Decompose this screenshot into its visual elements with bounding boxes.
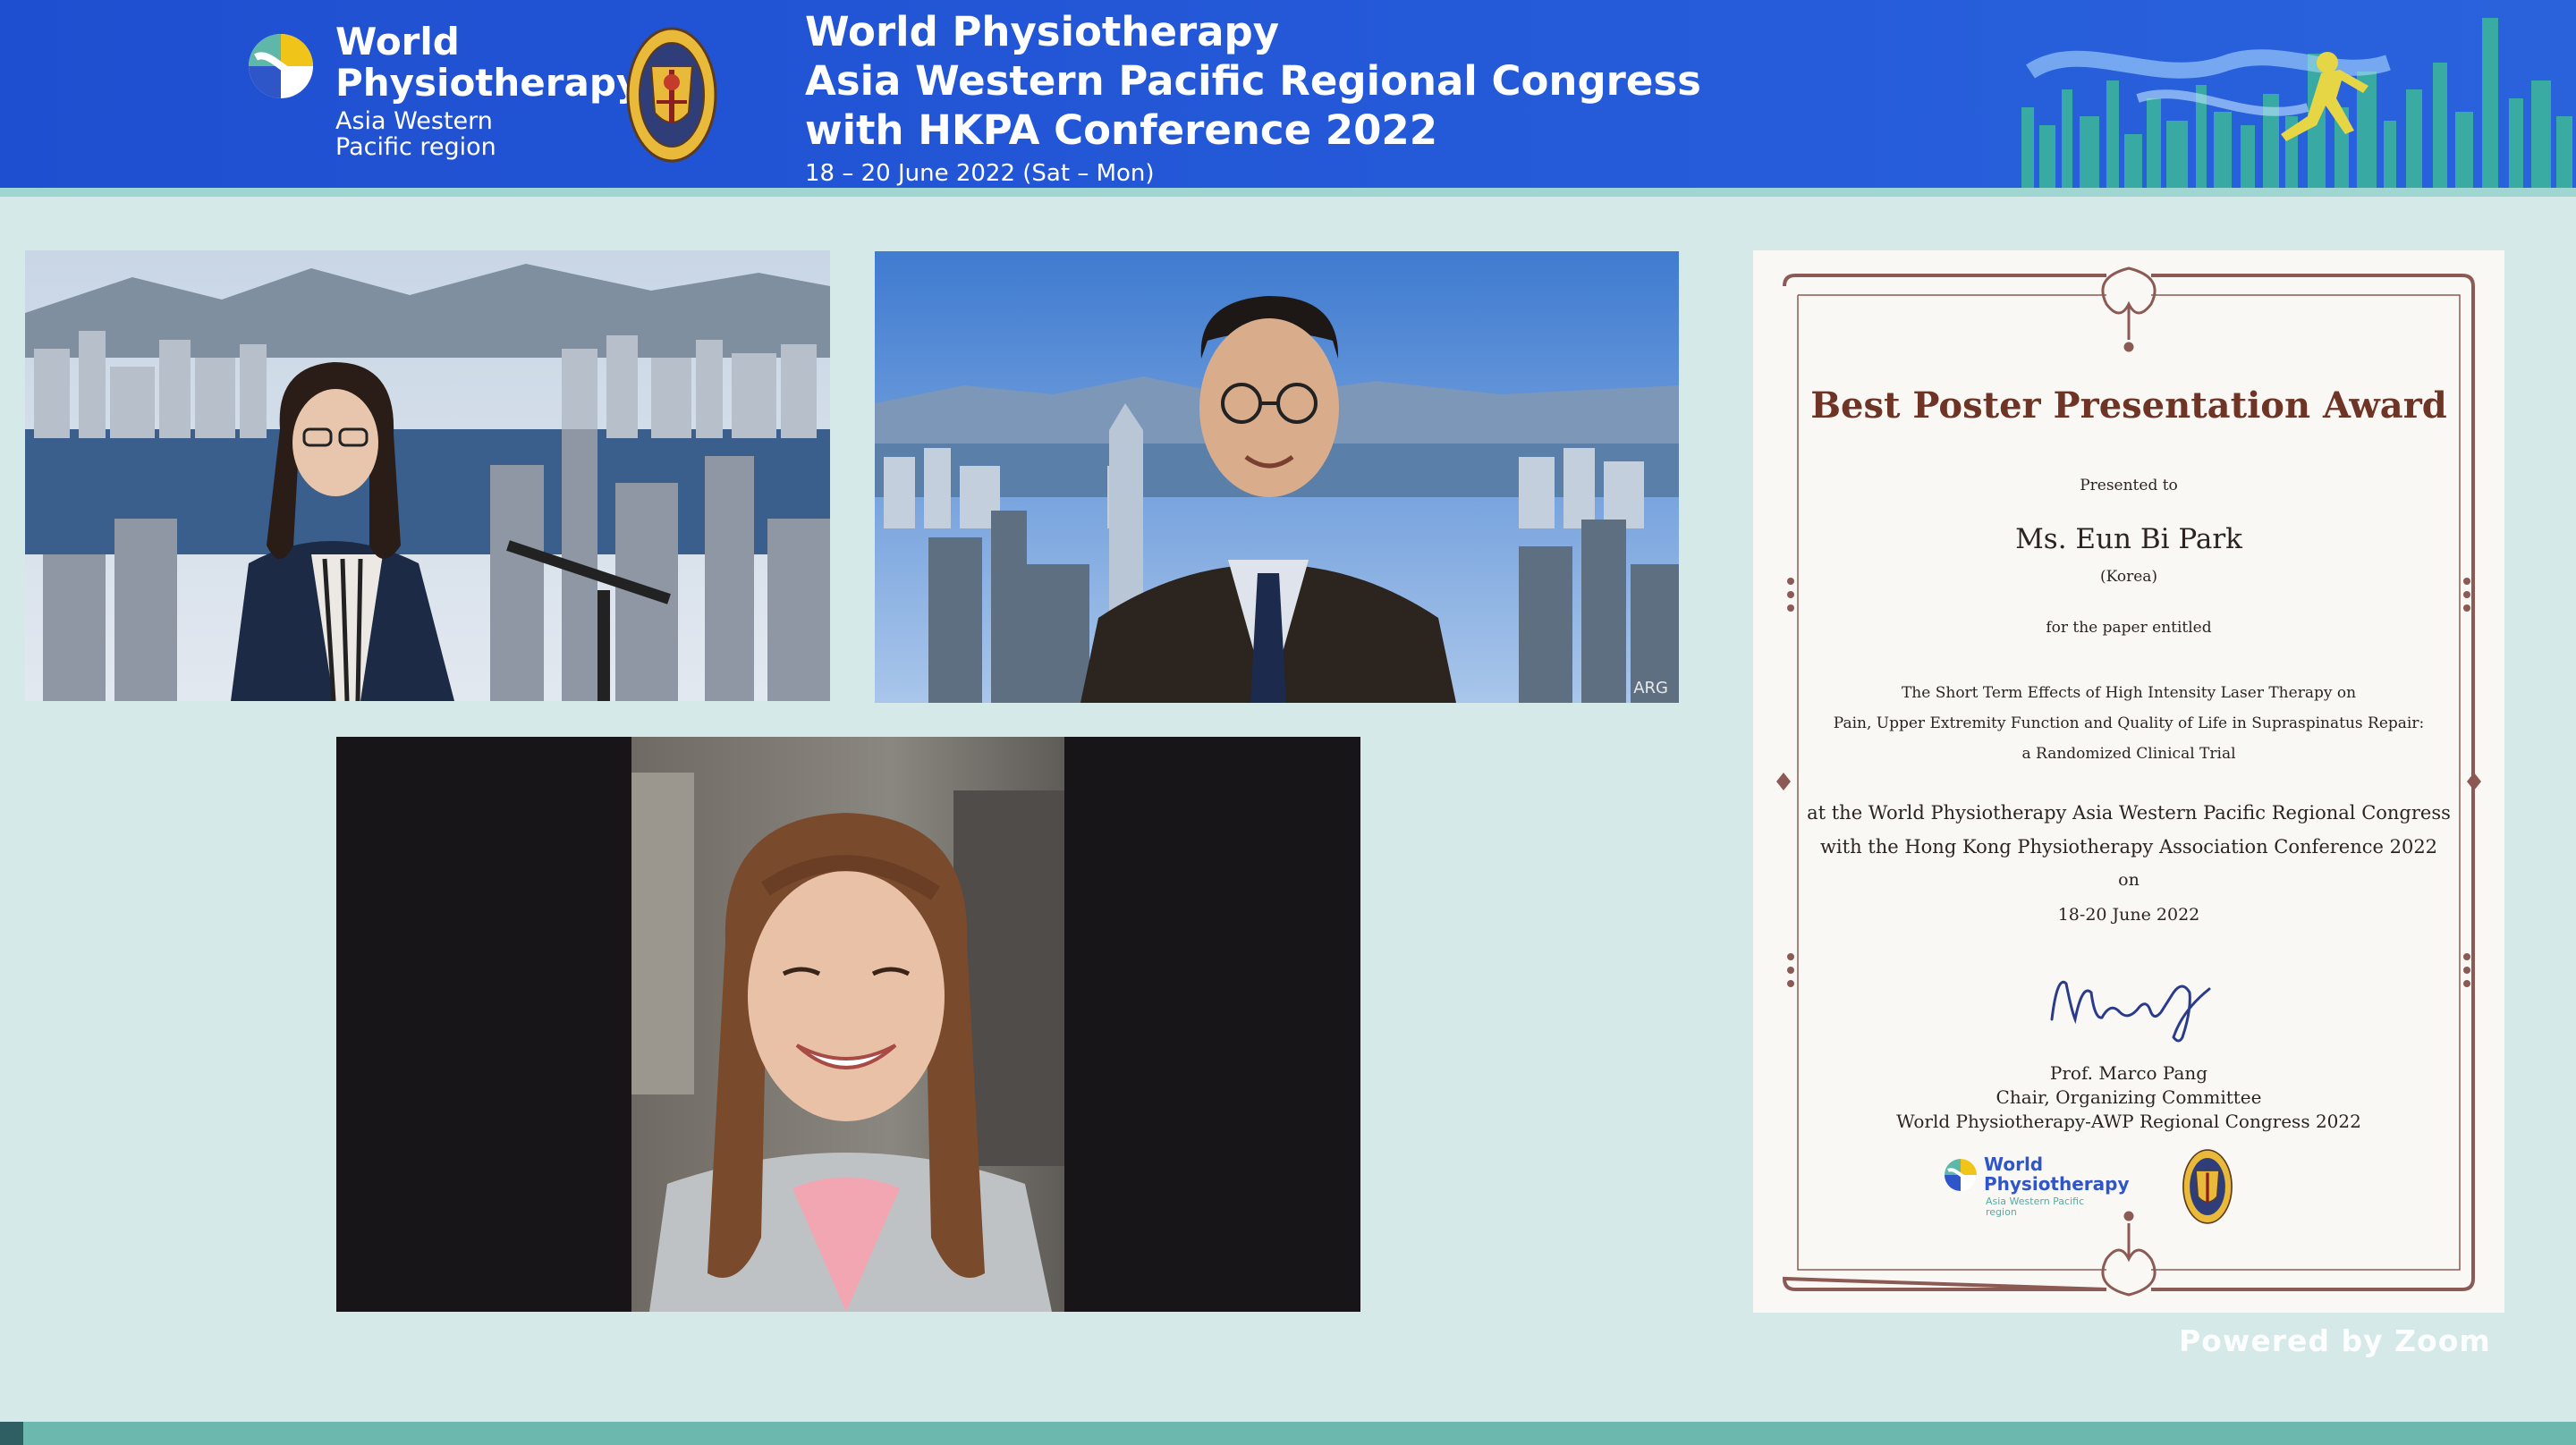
participant-1-video-feed bbox=[25, 250, 830, 701]
participant-3-video-feed bbox=[631, 737, 1064, 1312]
certificate-title: Best Poster Presentation Award bbox=[1810, 384, 2447, 427]
bottom-bar bbox=[0, 1422, 2576, 1445]
participant-video-tile-2[interactable]: ARG bbox=[875, 251, 1679, 703]
mini-logo-line3: Asia Western Pacific region bbox=[1986, 1196, 2085, 1218]
participant-video-tile-3[interactable] bbox=[336, 737, 1360, 1312]
event-line2: with the Hong Kong Physiotherapy Associa… bbox=[1819, 836, 2438, 858]
banner-divider bbox=[0, 188, 2576, 197]
participant-3-video-area bbox=[631, 737, 1064, 1312]
certificate-on: on bbox=[2118, 870, 2140, 890]
region-line1: Asia Western bbox=[335, 107, 493, 135]
world-physiotherapy-logo-icon bbox=[249, 34, 313, 98]
powered-by-zoom-label: Powered by Zoom bbox=[2179, 1323, 2491, 1358]
org-name-line1: World bbox=[335, 20, 460, 63]
certificate-event: at the World Physiotherapy Asia Western … bbox=[1753, 796, 2504, 864]
participant-2-name-label: ARG bbox=[1633, 679, 1668, 697]
skyline-runner-illustration-icon bbox=[2021, 18, 2572, 188]
participant-video-tile-1[interactable] bbox=[25, 250, 830, 701]
certificate-recipient-country: (Korea) bbox=[2099, 568, 2158, 586]
event-line1: at the World Physiotherapy Asia Western … bbox=[1807, 802, 2451, 824]
award-certificate: Best Poster Presentation Award Presented… bbox=[1753, 250, 2504, 1313]
region-line2: Pacific region bbox=[335, 133, 496, 161]
certificate-paper-title: The Short Term Effects of High Intensity… bbox=[1753, 678, 2504, 769]
congress-title-line1: World Physiotherapy bbox=[805, 8, 1280, 55]
participant-2-video-feed bbox=[875, 251, 1679, 703]
world-physiotherapy-mini-logo-icon bbox=[1945, 1159, 1977, 1191]
mini-logo-line1: World bbox=[1984, 1153, 2044, 1175]
certificate-signer: Prof. Marco Pang Chair, Organizing Commi… bbox=[1753, 1061, 2504, 1134]
handwritten-signature-icon bbox=[2050, 980, 2211, 1043]
paper-title-line2: Pain, Upper Extremity Function and Quali… bbox=[1833, 714, 2425, 732]
congress-dates: 18 – 20 June 2022 (Sat – Mon) bbox=[805, 160, 1155, 187]
signer-organization: World Physiotherapy-AWP Regional Congres… bbox=[1896, 1111, 2361, 1132]
org-name-line2: Physiotherapy bbox=[335, 61, 641, 105]
paper-title-line1: The Short Term Effects of High Intensity… bbox=[1901, 684, 2357, 702]
hkpa-seal-icon bbox=[626, 27, 717, 163]
certificate-for-paper: for the paper entitled bbox=[2046, 619, 2212, 637]
certificate-world-physiotherapy-logo: World Physiotherapy Asia Western Pacific… bbox=[1943, 1152, 2131, 1223]
signer-role: Chair, Organizing Committee bbox=[1996, 1086, 2262, 1108]
mini-logo-line2: Physiotherapy bbox=[1984, 1173, 2130, 1195]
congress-title-line2: Asia Western Pacific Regional Congress bbox=[805, 57, 1701, 105]
congress-title-block: World Physiotherapy Asia Western Pacific… bbox=[805, 7, 1701, 187]
corner-indicator bbox=[0, 1422, 23, 1445]
event-banner: World Physiotherapy Asia Western Pacific… bbox=[0, 0, 2576, 188]
signer-name: Prof. Marco Pang bbox=[2049, 1062, 2208, 1084]
hkpa-mini-seal-icon bbox=[2182, 1149, 2233, 1224]
certificate-recipient-name: Ms. Eun Bi Park bbox=[2015, 523, 2242, 555]
world-physiotherapy-wordmark: World Physiotherapy Asia Western Pacific… bbox=[335, 20, 641, 161]
congress-title-line3: with HKPA Conference 2022 bbox=[805, 106, 1438, 154]
paper-title-line3: a Randomized Clinical Trial bbox=[2021, 745, 2236, 763]
certificate-presented-to: Presented to bbox=[2080, 477, 2178, 494]
certificate-date: 18-20 June 2022 bbox=[2057, 905, 2200, 925]
